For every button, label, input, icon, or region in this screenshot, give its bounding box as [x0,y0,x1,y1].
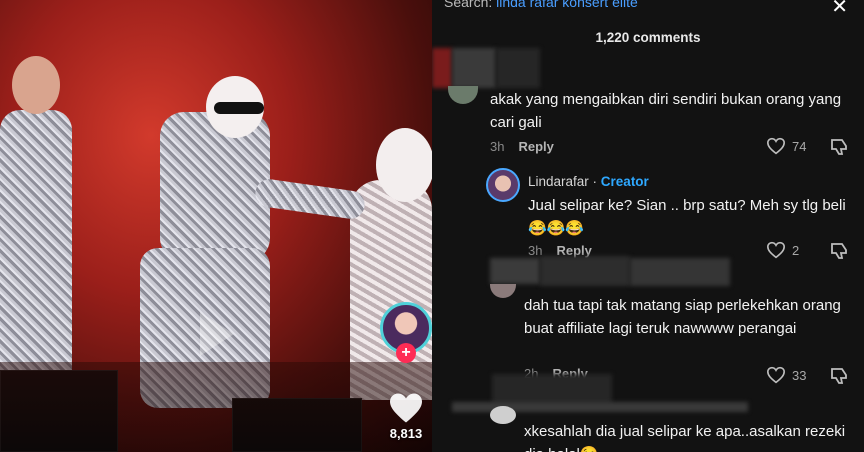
censored-block [496,48,540,88]
censored-block [452,48,496,88]
comments-panel: Search: linda rafar konsert elite ✕ 1,22… [432,0,864,452]
creator-reply-avatar[interactable] [486,168,520,202]
avatar[interactable] [490,406,516,424]
like-count: 8,813 [389,426,423,441]
dislike-icon[interactable] [830,242,850,260]
singer-sunglasses [214,102,264,114]
search-prefix: Search: [444,0,493,10]
comment-count: 1,220 comments [595,30,701,45]
singer-body [160,112,270,262]
comment-text: Jual selipar ke? Sian .. brp satu? Meh s… [528,197,846,237]
like-count: 74 [792,138,807,154]
stage-floor [0,362,432,452]
avatar[interactable] [490,284,516,298]
censored-block [492,374,612,404]
performer-left [0,110,72,370]
comment-time: 3h [490,139,505,154]
comment-like[interactable]: 2 [766,241,799,259]
close-icon[interactable]: ✕ [831,0,848,19]
comment-text: xkesahlah dia jual selipar ke apa..asalk… [524,423,846,452]
dislike-icon[interactable] [830,367,850,385]
comment-like[interactable]: 33 [766,366,806,384]
comment-meta: 3h Reply [490,139,554,154]
username[interactable]: Lindarafar [528,174,589,189]
like-count: 33 [792,367,807,383]
censored-block [490,258,540,284]
play-icon [200,312,234,356]
plus-icon[interactable]: + [396,343,416,363]
heart-outline-icon[interactable] [766,241,786,259]
search-query[interactable]: linda rafar konsert elite [496,0,638,10]
performer-right-hijab [376,128,432,202]
censored-block [630,258,730,286]
heart-outline-icon[interactable] [766,366,786,384]
like-count: 2 [792,242,800,258]
performer-left-head [12,56,60,114]
comment-text: akak yang mengaibkan diri sendiri bukan … [490,91,842,131]
heart-outline-icon[interactable] [766,137,786,155]
censored-block [432,48,452,88]
censored-block [540,256,630,286]
comment-text: dah tua tapi tak matang siap perlekehkan… [524,297,841,337]
creator-badge: Creator [600,174,649,189]
video-player[interactable]: + 8,813 [0,0,432,452]
search-bar[interactable]: Search: linda rafar konsert elite [444,0,638,10]
comment-like[interactable]: 74 [766,137,806,155]
avatar[interactable] [448,86,478,104]
heart-icon[interactable] [388,392,424,424]
dislike-icon[interactable] [830,138,850,156]
singer-arm [253,177,367,221]
comment-username[interactable]: Lindarafar · Creator [528,174,649,189]
reply-button[interactable]: Reply [518,139,553,154]
